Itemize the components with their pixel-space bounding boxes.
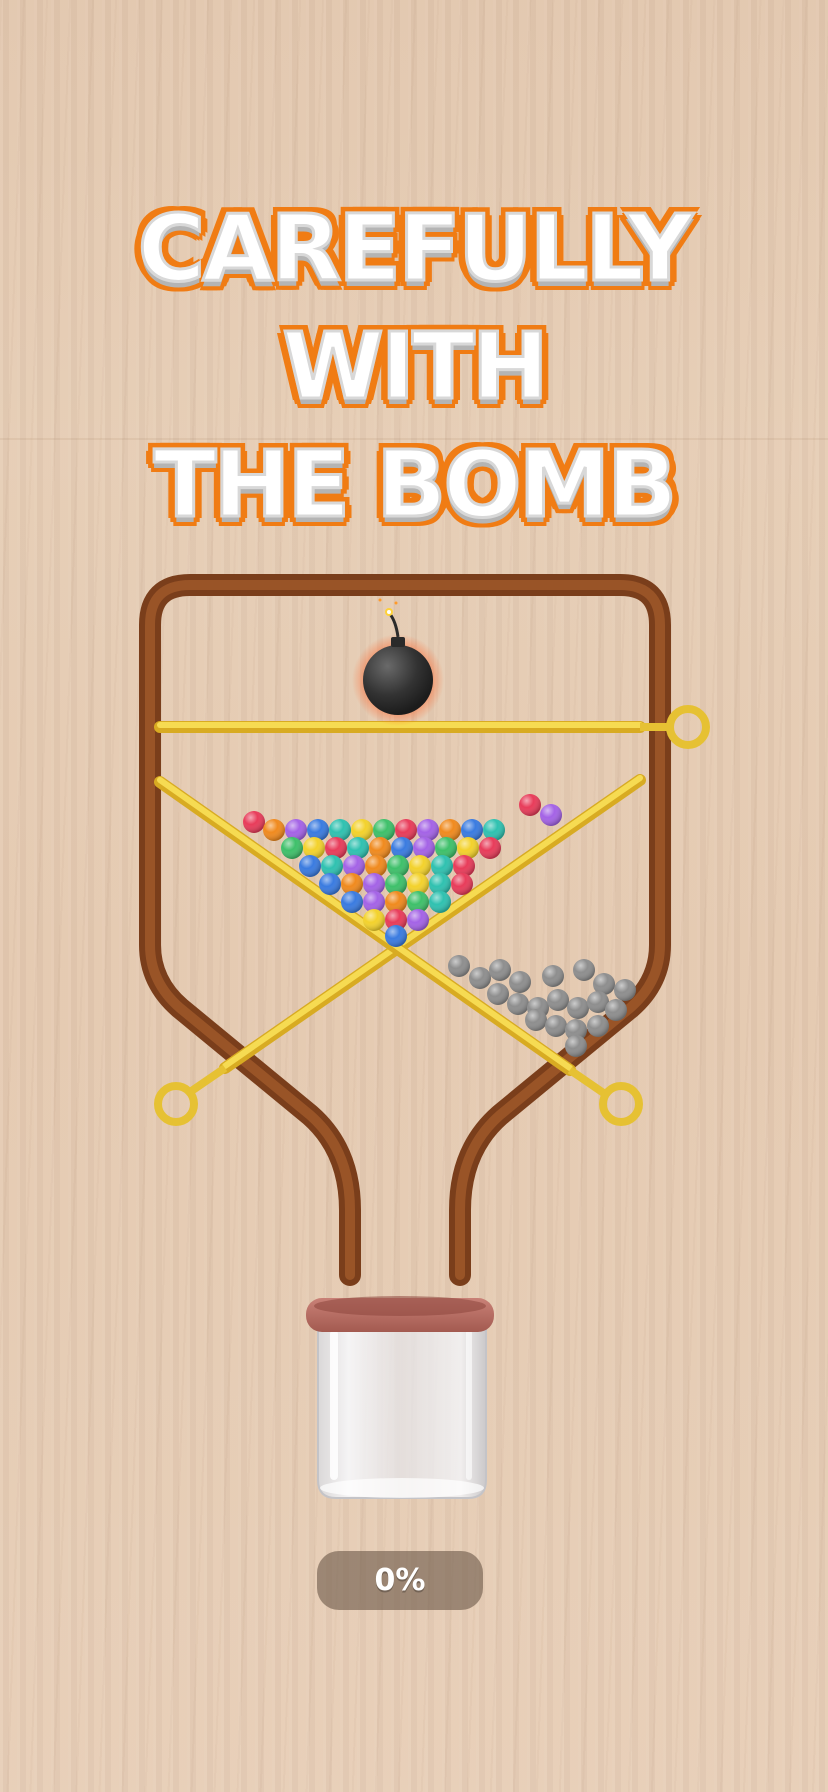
gray-ball <box>614 979 636 1001</box>
gray-ball <box>487 983 509 1005</box>
glass-jar-icon <box>306 1296 494 1499</box>
colored-ball <box>540 804 562 826</box>
gray-ball <box>567 997 589 1019</box>
colored-ball <box>519 794 541 816</box>
bomb-icon <box>352 598 444 726</box>
colored-ball <box>341 891 363 913</box>
progress-percent: 0% <box>374 1563 426 1598</box>
pin-ring-right <box>666 705 710 749</box>
gray-ball <box>547 989 569 1011</box>
gray-ball <box>469 967 491 989</box>
colored-ball <box>263 819 285 841</box>
colored-ball <box>281 837 303 859</box>
colored-ball <box>385 925 407 947</box>
colored-ball <box>407 909 429 931</box>
top-horizontal-pin[interactable] <box>154 705 710 749</box>
colored-ball <box>451 873 473 895</box>
colored-ball <box>363 909 385 931</box>
progress-badge: 0% <box>317 1551 483 1610</box>
gray-ball <box>525 1009 547 1031</box>
gray-ball <box>565 1035 587 1057</box>
gray-ball <box>509 971 531 993</box>
gray-ball <box>489 959 511 981</box>
colored-ball <box>299 855 321 877</box>
gray-ball <box>545 1015 567 1037</box>
gray-ball <box>587 1015 609 1037</box>
gray-ball <box>573 959 595 981</box>
gray-ball <box>542 965 564 987</box>
gray-ball <box>605 999 627 1021</box>
pin-ring-left <box>154 1082 198 1126</box>
colored-ball <box>243 811 265 833</box>
puzzle-board <box>139 574 710 1499</box>
gray-ball <box>507 993 529 1015</box>
pin-ring-right-lower <box>599 1082 643 1126</box>
gray-ball <box>448 955 470 977</box>
colored-ball <box>429 891 451 913</box>
colored-ball <box>319 873 341 895</box>
colored-ball <box>479 837 501 859</box>
